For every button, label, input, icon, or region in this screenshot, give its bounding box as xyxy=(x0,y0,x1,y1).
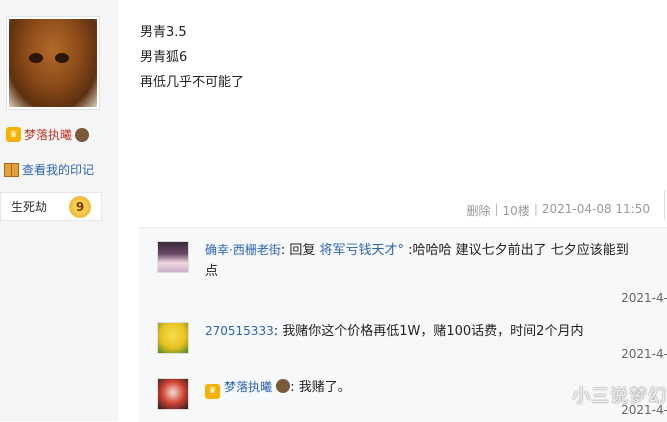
dog-avatar-image xyxy=(9,19,97,107)
author-avatar[interactable] xyxy=(6,16,100,110)
separator: | xyxy=(533,202,538,216)
reply-text: : 我赌你这个价格再低1W，赌100话费，时间2个月内 xyxy=(273,324,584,339)
crown-icon: ♛ xyxy=(205,384,220,399)
reply-text-wrap: 点 xyxy=(205,264,219,279)
seal-link-row[interactable]: 查看我的印记 xyxy=(4,161,94,178)
post-line: 男青3.5 xyxy=(140,25,187,40)
emoji-icon xyxy=(75,127,90,142)
avatar-image xyxy=(158,323,188,353)
post-time: 2021-04-08 11:50 xyxy=(541,202,650,216)
delete-link[interactable]: 删除 xyxy=(466,202,490,219)
reply-time: 2021-4-8 1 xyxy=(621,291,667,305)
post-line: 男青狐6 xyxy=(140,50,188,65)
emoji-icon xyxy=(276,379,291,393)
floor-number: 10楼 xyxy=(502,204,530,218)
reply-avatar[interactable] xyxy=(157,322,189,354)
reply-time: 2021-4-8 1 xyxy=(621,347,667,361)
avatar-image xyxy=(158,242,188,272)
crown-icon: ♛ xyxy=(6,127,21,142)
book-icon xyxy=(4,162,19,177)
reply-body: 270515333: 我赌你这个价格再低1W，赌100话费，时间2个月内 xyxy=(205,321,667,342)
reply-body: 确幸·西栅老街: 回复 将军亏钱天才° :哈哈哈 建议七夕前出了 七夕应该能到 … xyxy=(205,243,629,279)
post-line: 再低几乎不可能了 xyxy=(140,75,245,90)
level-box[interactable]: 生死劫 9 xyxy=(0,192,102,221)
post-content: 男青3.5 男青狐6 再低几乎不可能了 xyxy=(140,20,244,95)
reply-avatar[interactable] xyxy=(157,241,189,273)
watermark: 小三说梦幻 xyxy=(572,386,667,407)
reply-target[interactable]: 将军亏钱天才° xyxy=(320,243,405,258)
reply-section: 确幸·西栅老街: 回复 将军亏钱天才° :哈哈哈 建议七夕前出了 七夕应该能到 … xyxy=(139,227,667,422)
author-sidebar: ♛ 梦落执曦 查看我的印记 生死劫 9 xyxy=(0,0,118,421)
reply-text: : 我赌了。 xyxy=(290,380,351,395)
reply-avatar[interactable] xyxy=(157,378,189,410)
reply-verb: 回复 xyxy=(289,243,316,258)
seal-link[interactable]: 查看我的印记 xyxy=(22,161,94,178)
level-name: 生死劫 xyxy=(11,200,48,214)
avatar-image xyxy=(158,379,188,409)
reply-username[interactable]: 确幸·西栅老街 xyxy=(205,243,281,257)
author-name-row[interactable]: ♛ 梦落执曦 xyxy=(6,126,90,143)
divider xyxy=(664,190,665,220)
separator: | xyxy=(494,202,499,216)
post-meta: 删除 | 10楼 | 2021-04-08 11:50 xyxy=(466,202,650,219)
reply-username[interactable]: 梦落执曦 xyxy=(224,380,272,394)
reply-username[interactable]: 270515333 xyxy=(205,324,274,338)
author-name[interactable]: 梦落执曦 xyxy=(24,126,72,143)
level-badge: 9 xyxy=(69,195,91,218)
reply-text: :哈哈哈 建议七夕前出了 七夕应该能到 xyxy=(408,243,629,258)
